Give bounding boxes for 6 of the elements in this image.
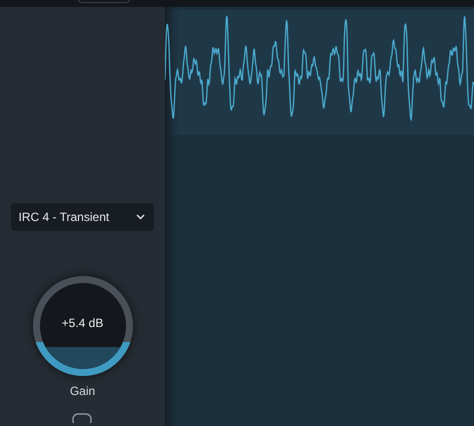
gain-value: +5.4 dB <box>62 316 104 330</box>
chevron-down-icon <box>136 214 144 220</box>
gain-knob[interactable]: +5.4 dB <box>32 276 132 376</box>
preset-dropdown[interactable]: IRC 4 - Transient <box>10 203 154 231</box>
gain-label: Gain <box>70 384 96 398</box>
link-icon[interactable] <box>72 413 92 423</box>
